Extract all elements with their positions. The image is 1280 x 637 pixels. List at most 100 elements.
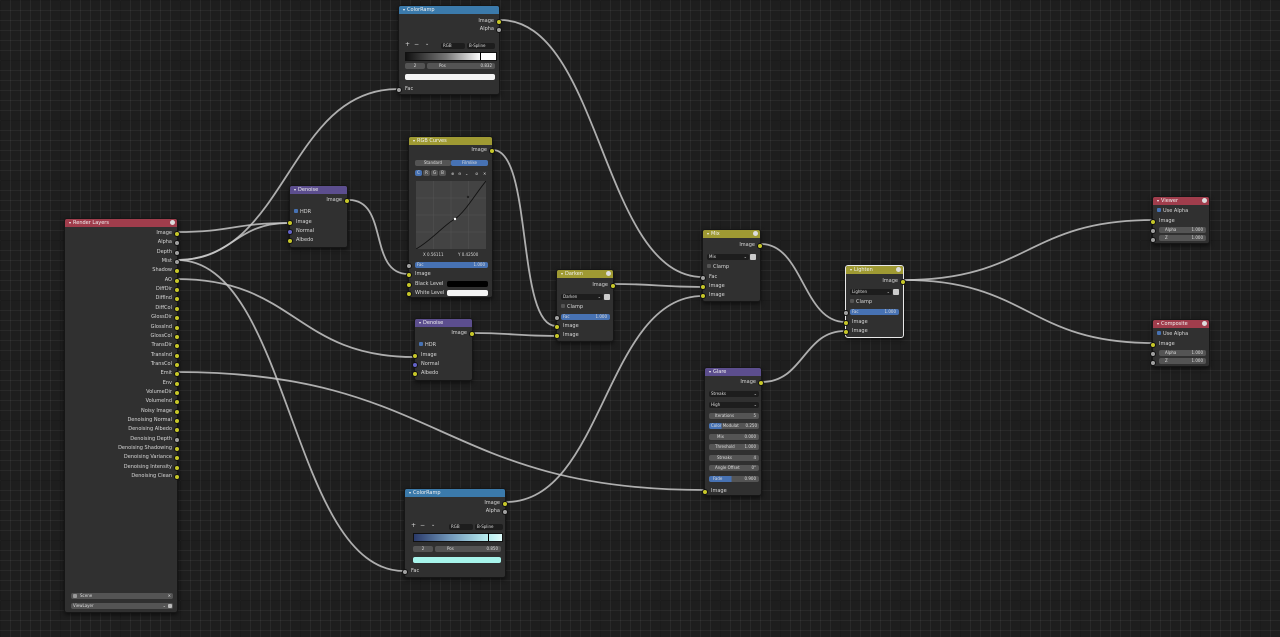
node-header[interactable]: ▾ ColorRamp (405, 489, 505, 497)
output-socket[interactable] (344, 198, 350, 204)
clamp-checkbox[interactable]: Clamp (846, 298, 903, 306)
input-socket[interactable] (554, 324, 560, 330)
active-stop-index[interactable]: 2 (405, 63, 425, 69)
node-preview-icon[interactable] (606, 271, 611, 276)
collapse-arrow-icon[interactable]: ▾ (419, 319, 421, 327)
output-socket[interactable] (174, 305, 180, 312)
hdr-checkbox[interactable]: HDR (415, 341, 472, 349)
input-socket[interactable] (702, 489, 708, 495)
node-glare[interactable]: ▾ Glare Image Streaks ⌄ High ⌄ Iterations 5 … (702, 367, 764, 496)
view-layer-selector[interactable]: ViewLayer ⌄ (71, 603, 173, 609)
input-socket[interactable] (406, 291, 412, 297)
input-socket[interactable] (406, 282, 412, 288)
glare-quality-dropdown[interactable]: High ⌄ (709, 402, 759, 408)
iterations-field[interactable]: Iterations 5 (709, 413, 759, 419)
alpha-field[interactable]: Alpha 1.000 (1159, 227, 1206, 233)
node-darken[interactable]: ▾ Darken Image Darken ⌄ Clamp Fac 1.000 Ima… (554, 269, 616, 342)
collapse-arrow-icon[interactable]: ▾ (561, 270, 563, 278)
reset-curve-icon[interactable]: ✕ (483, 171, 486, 176)
add-stop-button[interactable]: + (405, 41, 410, 48)
active-stop-index[interactable]: 2 (413, 546, 433, 552)
node-rgb-curves[interactable]: ▾ RGB Curves Image Standard Filmlike CRGB… (406, 136, 495, 298)
output-socket[interactable] (469, 331, 475, 337)
input-socket[interactable] (700, 275, 706, 281)
curve-channel-b[interactable]: B (439, 170, 446, 176)
output-socket[interactable] (174, 418, 180, 424)
color-mode-dropdown[interactable]: RGB (441, 43, 465, 49)
output-socket[interactable] (174, 455, 180, 462)
input-socket[interactable] (412, 353, 418, 359)
node-colorramp-bottom[interactable]: ▾ ColorRamp Image Alpha + − ⌄ RGB B-Splin… (402, 488, 508, 578)
input-socket[interactable] (700, 293, 706, 299)
checkbox-checked-icon[interactable] (294, 208, 298, 213)
node-header[interactable]: ▾ Render Layers (65, 219, 177, 227)
curve-channel-r[interactable]: R (423, 170, 430, 176)
node-mix[interactable]: ▾ Mix Image Mix ⌄ Clamp Fac Image Image (700, 229, 763, 302)
collapse-arrow-icon[interactable]: ▾ (709, 368, 711, 376)
input-socket[interactable] (1150, 228, 1156, 234)
input-socket[interactable] (406, 272, 412, 278)
input-socket[interactable] (554, 315, 560, 321)
node-header[interactable]: ▾ Denoise (290, 186, 347, 194)
checkbox-unchecked-icon[interactable] (707, 263, 711, 268)
input-socket[interactable] (287, 229, 293, 235)
color-mode-dropdown[interactable]: RGB (449, 524, 473, 530)
stop-position-field[interactable]: Pos 0.850 (435, 546, 501, 552)
node-render-layers[interactable]: ▾ Render Layers Image Alpha Depth Mist Shadow… (64, 218, 180, 613)
node-lighten[interactable]: ▾ Lighten Image Lighten ⌄ Clamp Fac 1.000 I… (843, 265, 906, 338)
clamp-checkbox[interactable]: Clamp (703, 263, 760, 271)
node-preview-icon[interactable] (753, 231, 758, 236)
output-socket[interactable] (174, 361, 180, 368)
use-alpha-toggle-icon[interactable] (604, 294, 610, 300)
blend-mode-dropdown[interactable]: Darken ⌄ (561, 294, 603, 300)
node-header[interactable]: ▾ Mix (703, 230, 760, 238)
fac-field[interactable]: Fac 1.000 (850, 309, 899, 315)
fac-field[interactable]: Fac 1.000 (561, 314, 610, 320)
node-header[interactable]: ▾ Glare (705, 368, 761, 376)
clear-scene-icon[interactable]: ✕ (168, 593, 171, 599)
use-alpha-checkbox[interactable]: Use Alpha (1153, 207, 1209, 215)
output-socket[interactable] (900, 279, 906, 285)
z-field[interactable]: Z 1.000 (1159, 235, 1206, 241)
stop-color-swatch[interactable] (405, 74, 495, 80)
color-ramp-gradient[interactable] (413, 533, 503, 542)
fac-field[interactable]: Fac 1.000 (415, 262, 488, 268)
clipping-icon[interactable]: ⊘ (475, 171, 478, 176)
collapse-arrow-icon[interactable]: ▾ (707, 230, 709, 238)
node-composite[interactable]: ▾ Composite Use Alpha Image Alpha 1.000 Z1… (1150, 319, 1210, 367)
input-socket[interactable] (1150, 219, 1156, 225)
node-colorramp-top[interactable]: ▾ ColorRamp Image Alpha + − ⌄ RGB B-Splin… (396, 5, 502, 95)
output-socket[interactable] (174, 259, 180, 266)
curve-graph[interactable] (416, 181, 486, 249)
color-ramp-gradient[interactable] (405, 52, 497, 61)
interpolation-dropdown[interactable]: B-Spline (475, 524, 503, 530)
collapse-arrow-icon[interactable]: ▾ (69, 219, 71, 227)
collapse-arrow-icon[interactable]: ▾ (1157, 197, 1159, 205)
input-socket[interactable] (843, 329, 849, 335)
output-socket[interactable] (174, 333, 180, 340)
zoom-out-icon[interactable]: ⊖ (458, 171, 461, 176)
checkbox-checked-icon[interactable] (1157, 330, 1161, 335)
input-socket[interactable] (406, 263, 412, 269)
checkbox-checked-icon[interactable] (419, 341, 423, 346)
output-socket[interactable] (174, 231, 180, 237)
stop-position-field[interactable]: Pos 0.832 (427, 63, 495, 69)
clamp-checkbox[interactable]: Clamp (557, 303, 613, 311)
use-alpha-checkbox[interactable]: Use Alpha (1153, 330, 1209, 338)
output-socket[interactable] (174, 352, 180, 359)
output-socket[interactable] (496, 27, 502, 33)
add-stop-button[interactable]: + (411, 522, 416, 529)
output-socket[interactable] (174, 287, 180, 294)
threshold-field[interactable]: Threshold 1.000 (709, 444, 759, 450)
node-header[interactable]: ▾ Darken (557, 270, 613, 278)
ramp-specials-button[interactable]: ⌄ (425, 41, 429, 47)
black-level-color[interactable] (447, 281, 488, 287)
collapse-arrow-icon[interactable]: ▾ (294, 186, 296, 194)
node-preview-icon[interactable] (1202, 321, 1207, 326)
node-denoise-1[interactable]: ▾ Denoise Image HDR Image Normal Albedo (287, 185, 350, 248)
input-socket[interactable] (1150, 360, 1156, 366)
input-socket[interactable] (843, 320, 849, 326)
angle-offset-field[interactable]: Angle Offset 0° (709, 465, 759, 471)
render-view-layer-icon[interactable] (168, 604, 172, 608)
input-socket[interactable] (843, 310, 849, 316)
